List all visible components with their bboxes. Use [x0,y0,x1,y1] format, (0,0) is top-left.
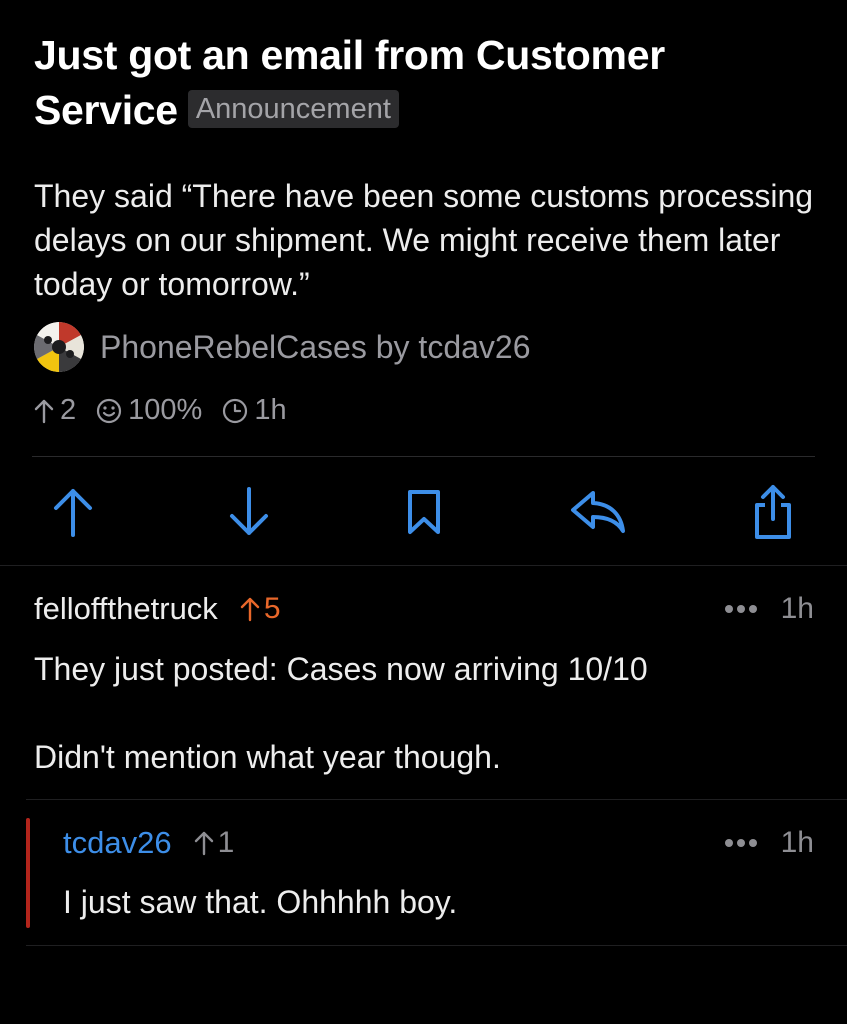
arrow-up-small-icon [194,831,213,856]
comment-meta: 1h [724,823,814,863]
more-options-icon[interactable] [724,605,757,613]
comment-text: They just posted: Cases now arriving 10/… [34,651,648,687]
comment-age: 1h [780,592,814,625]
arrow-up-icon [54,489,92,537]
comment-score-value: 5 [263,592,281,625]
divider [0,565,847,566]
comment-score-value: 1 [217,826,235,859]
post-action-bar [0,480,847,544]
author-line: PhoneRebelCases by tcdav26 [100,329,531,366]
post-author[interactable]: tcdav26 [418,329,530,365]
save-button[interactable] [394,480,454,544]
comment-header: tcdav26 1 1h [63,823,814,863]
post-stats: 2 100% 1h [34,394,307,427]
more-options-icon[interactable] [724,839,757,847]
clock-icon [223,398,248,423]
comment-header: felloffthetruck 5 1h [34,589,814,629]
post-score: 2 [60,394,77,426]
comment-text: Didn't mention what year though. [34,739,501,775]
flair-badge[interactable]: Announcement [187,90,399,128]
divider [32,456,815,457]
divider [26,945,847,946]
comment-username[interactable]: tcdav26 [63,825,172,861]
comment-text: I just saw that. Ohhhhh boy. [63,884,458,920]
thread-indent-bar [26,818,30,928]
comment-age: 1h [780,826,814,859]
author-row[interactable]: PhoneRebelCases by tcdav26 [34,322,531,372]
community-name[interactable]: PhoneRebelCases [100,329,367,365]
score-stat: 2 [34,394,76,427]
upvote-button[interactable] [43,480,103,544]
arrow-up-small-icon [240,597,260,622]
downvote-button[interactable] [219,480,279,544]
share-button[interactable] [743,480,803,544]
divider [26,799,847,800]
comment-score: 1 [194,826,235,860]
arrow-up-small-icon [34,399,54,423]
comment-meta: 1h [724,589,814,629]
share-icon [755,485,791,539]
comment-score: 5 [240,592,281,626]
post-body: They said “There have been some customs … [34,178,814,302]
upvote-ratio: 100% [128,394,203,426]
post-age: 1h [254,394,287,426]
comment-reply[interactable]: tcdav26 1 1h I just saw that. Ohhhhh boy… [63,823,814,924]
comment[interactable]: felloffthetruck 5 1h They just posted: C… [34,589,814,779]
by-label: by [375,328,410,365]
reply-icon [571,491,625,533]
bookmark-icon [408,490,440,534]
arrow-down-icon [230,487,268,535]
ratio-stat: 100% [96,394,202,427]
post-title: Just got an email from Customer Service A… [34,28,814,138]
reply-button[interactable] [568,480,628,544]
age-stat: 1h [222,394,287,427]
community-avatar[interactable] [34,322,84,372]
post-header: Just got an email from Customer Service A… [34,28,814,426]
comment-username[interactable]: felloffthetruck [34,591,218,627]
smiley-icon [97,398,122,423]
